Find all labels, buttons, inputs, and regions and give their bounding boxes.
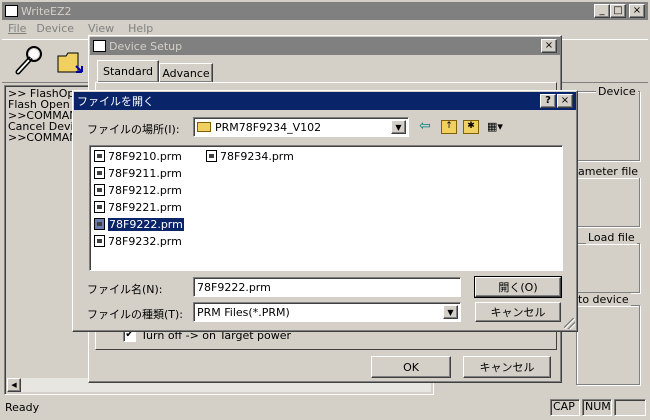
view-menu-icon[interactable]: ▦▾ xyxy=(487,120,509,134)
group-label-device: Device xyxy=(596,85,638,98)
status-cap: CAP xyxy=(550,399,580,416)
help-button[interactable]: ? xyxy=(540,94,556,108)
status-empty xyxy=(614,399,646,416)
file-icon xyxy=(94,218,105,230)
file-icon xyxy=(94,201,105,213)
open-dialog-titlebar: ファイルを開く ? × xyxy=(74,92,576,110)
resize-grip-icon[interactable] xyxy=(564,318,575,329)
device-setup-icon xyxy=(93,40,106,52)
list-item[interactable]: 78F9212.prm xyxy=(94,182,182,198)
tab-standard[interactable]: Standard xyxy=(97,60,159,82)
group-label-load-file: Load file xyxy=(586,231,637,244)
file-icon xyxy=(206,150,217,162)
menu-device[interactable]: Device xyxy=(36,22,74,38)
location-label: ファイルの場所(I): xyxy=(87,123,180,136)
open-button[interactable]: 開く(O) xyxy=(474,276,562,298)
minimize-button[interactable]: _ xyxy=(594,4,610,18)
device-setup-titlebar: Device Setup × xyxy=(90,37,560,55)
chevron-down-icon[interactable]: ▼ xyxy=(391,120,406,134)
maximize-button[interactable]: □ xyxy=(610,4,626,18)
to-device-group xyxy=(576,305,640,385)
status-bar: Ready CAP NUM xyxy=(2,398,648,418)
close-button[interactable]: × xyxy=(629,4,645,18)
filename-input[interactable]: 78F9222.prm xyxy=(193,277,461,297)
main-title: WriteEZ2 xyxy=(21,4,72,18)
back-arrow-icon[interactable]: ⇦ xyxy=(419,119,435,135)
open-folder-icon[interactable] xyxy=(56,48,86,76)
up-folder-icon[interactable]: ↑ xyxy=(441,120,457,134)
device-setup-close-button[interactable]: × xyxy=(541,39,557,53)
list-item[interactable]: 78F9234.prm xyxy=(206,148,294,164)
filetype-dropdown[interactable]: PRM Files(*.PRM) ▼ xyxy=(193,302,461,322)
wrench-icon[interactable] xyxy=(10,44,46,78)
group-label-to-device: to device xyxy=(576,293,631,306)
open-file-dialog: ファイルを開く ? × ファイルの場所(I): PRM78F9234_V102 … xyxy=(72,90,578,332)
location-dropdown[interactable]: PRM78F9234_V102 ▼ xyxy=(193,117,409,137)
status-text: Ready xyxy=(5,401,40,414)
list-item[interactable]: 78F9232.prm xyxy=(94,233,182,249)
parameter-file-group xyxy=(576,177,640,227)
new-folder-icon[interactable]: ✱ xyxy=(463,120,479,134)
list-item[interactable]: 78F9211.prm xyxy=(94,165,182,181)
file-icon xyxy=(94,167,105,179)
device-group xyxy=(576,91,640,161)
tab-advance[interactable]: Advance xyxy=(159,63,213,82)
ok-button[interactable]: OK xyxy=(371,356,451,378)
right-panel: Device ameter file Load file to device xyxy=(576,85,646,395)
open-dialog-cancel-button[interactable]: キャンセル xyxy=(475,302,561,322)
chevron-down-icon[interactable]: ▼ xyxy=(443,305,458,319)
list-item-selected[interactable]: 78F9222.prm xyxy=(94,216,185,232)
status-num: NUM xyxy=(582,399,612,416)
folder-icon xyxy=(197,122,211,132)
filename-label: ファイル名(N): xyxy=(87,283,163,296)
menu-file[interactable]: File xyxy=(8,22,26,38)
filetype-label: ファイルの種類(T): xyxy=(87,308,184,321)
app-icon xyxy=(5,5,18,17)
file-list[interactable]: 78F9210.prm 78F9211.prm 78F9212.prm 78F9… xyxy=(89,145,563,271)
location-value: PRM78F9234_V102 xyxy=(215,120,322,134)
load-file-group xyxy=(576,243,640,293)
main-titlebar: WriteEZ2 _ □ × xyxy=(2,2,648,20)
open-dialog-close-button[interactable]: × xyxy=(557,94,573,108)
list-item[interactable]: 78F9221.prm xyxy=(94,199,182,215)
file-icon xyxy=(94,184,105,196)
list-item[interactable]: 78F9210.prm xyxy=(94,148,182,164)
group-label-parameter-file: ameter file xyxy=(576,165,641,178)
file-icon xyxy=(94,235,105,247)
device-setup-title: Device Setup xyxy=(109,39,183,53)
open-dialog-title: ファイルを開く xyxy=(77,95,154,108)
scroll-left-button[interactable]: ◀ xyxy=(7,378,21,392)
file-icon xyxy=(94,150,105,162)
device-setup-cancel-button[interactable]: キャンセル xyxy=(463,356,551,378)
